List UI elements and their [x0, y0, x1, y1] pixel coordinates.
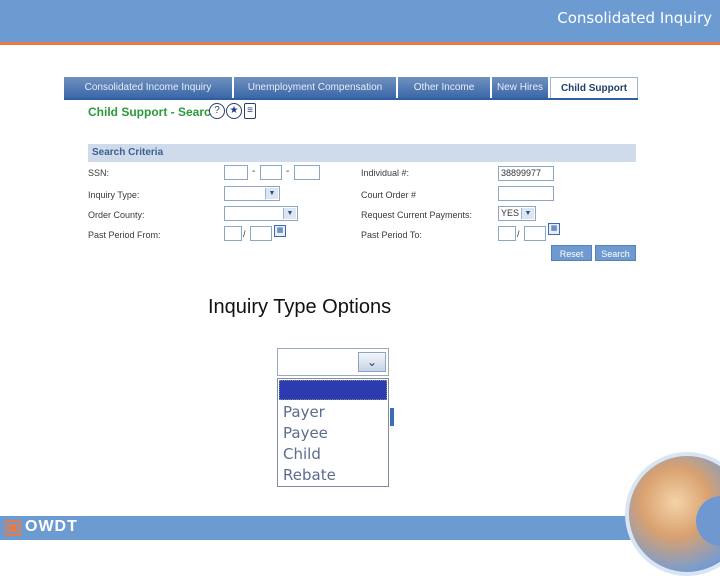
owdt-logo-mark: [9, 524, 17, 532]
header-divider: [0, 42, 720, 45]
tab-other-income[interactable]: Other Income: [398, 77, 492, 98]
individual-label: Individual #:: [361, 168, 410, 178]
child-support-search-panel: Consolidated Income Inquiry Unemployment…: [64, 77, 638, 263]
past-period-to-label: Past Period To:: [361, 230, 422, 240]
calendar-icon[interactable]: ▦: [274, 225, 286, 237]
chevron-down-icon: ▼: [521, 208, 534, 219]
dropdown-option-payer[interactable]: Payer: [283, 403, 325, 421]
search-title: Child Support - Search: [88, 105, 219, 119]
tab-consolidated-income-inquiry[interactable]: Consolidated Income Inquiry: [64, 77, 234, 98]
reset-button[interactable]: Reset: [551, 245, 592, 261]
request-current-payments-select[interactable]: YES ▼: [498, 206, 536, 221]
date-slash: /: [517, 229, 520, 239]
dropdown-option-child[interactable]: Child: [283, 445, 321, 463]
court-order-input[interactable]: [498, 186, 554, 201]
inquiry-type-select[interactable]: ▼: [224, 186, 280, 201]
ssn-part2-input[interactable]: [260, 165, 282, 180]
dropdown-option-rebate[interactable]: Rebate: [283, 466, 336, 484]
search-criteria-bar: [88, 144, 636, 162]
tab-new-hires[interactable]: New Hires: [492, 77, 550, 98]
tab-bar: Consolidated Income Inquiry Unemployment…: [64, 77, 638, 98]
search-criteria-label: Search Criteria: [92, 147, 164, 158]
ssn-dash-1: -: [252, 166, 256, 177]
dropdown-option-payee[interactable]: Payee: [283, 424, 328, 442]
date-slash: /: [243, 229, 246, 239]
ssn-dash-2: -: [286, 166, 290, 177]
calendar-icon-peek: [390, 408, 394, 426]
past-period-to-year-input[interactable]: [524, 226, 546, 241]
footer-logo-text: OWDT: [25, 518, 78, 535]
tab-child-support[interactable]: Child Support: [550, 77, 638, 98]
inquiry-type-options-heading: Inquiry Type Options: [208, 296, 392, 318]
print-icon[interactable]: ≡: [244, 103, 256, 119]
chevron-down-icon: ▼: [265, 188, 278, 199]
order-county-select[interactable]: ▼: [224, 206, 298, 221]
past-period-from-label: Past Period From:: [88, 230, 161, 240]
ssn-label: SSN:: [88, 168, 110, 178]
court-order-label: Court Order #: [361, 190, 417, 200]
inquiry-type-options-list: Payer Payee Child Rebate: [277, 378, 389, 487]
past-period-to-month-input[interactable]: [498, 226, 516, 241]
search-button[interactable]: Search: [595, 245, 636, 261]
past-period-from-year-input[interactable]: [250, 226, 272, 241]
order-county-label: Order County:: [88, 210, 145, 220]
calendar-icon[interactable]: ▦: [548, 223, 560, 235]
dropdown-option-blank-selected[interactable]: [279, 380, 387, 400]
past-period-from-month-input[interactable]: [224, 226, 242, 241]
inquiry-type-label: Inquiry Type:: [88, 190, 140, 200]
tab-unemployment-compensation[interactable]: Unemployment Compensation: [234, 77, 398, 98]
chevron-down-icon[interactable]: ⌄: [358, 352, 386, 372]
request-current-payments-value: YES: [501, 208, 520, 218]
tab-underline: [64, 98, 638, 100]
slide-title: Consolidated Inquiry: [557, 9, 712, 27]
ssn-part1-input[interactable]: [224, 165, 248, 180]
star-icon[interactable]: ★: [226, 103, 242, 119]
ssn-part3-input[interactable]: [294, 165, 320, 180]
chevron-down-icon: ▼: [283, 208, 296, 219]
slide-footer: [0, 516, 720, 540]
individual-input[interactable]: 38899977: [498, 166, 554, 181]
help-icon[interactable]: ?: [209, 103, 225, 119]
request-current-payments-label: Request Current Payments:: [361, 210, 473, 220]
